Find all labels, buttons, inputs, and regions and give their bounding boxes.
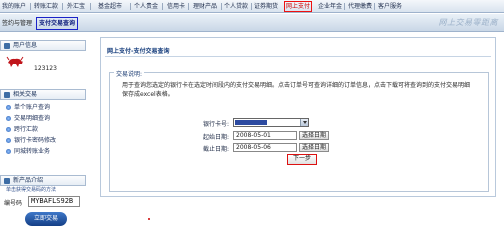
bullet-icon	[6, 105, 11, 110]
top-nav: 我的账户 转账汇款 外汇宝 基金超市 个人贵金 信用卡 理财产品 个人贷款 证券…	[0, 0, 504, 13]
user-info-header: 用户信息	[0, 40, 86, 51]
menu-item-label: 单个账户查询	[14, 104, 51, 111]
nav-separator	[344, 3, 345, 10]
user-info-header-label: 用户信息	[13, 42, 38, 49]
nav-separator	[221, 3, 222, 10]
menu-item-label: 跨行汇款	[14, 126, 39, 133]
nav-forex[interactable]: 外汇宝	[67, 2, 85, 12]
bullet-icon	[6, 116, 11, 121]
subnav-contract-management[interactable]: 签约与管理	[2, 18, 32, 29]
apply-button[interactable]: 立即交易	[25, 212, 67, 226]
header-icon	[4, 178, 10, 184]
nav-wealth[interactable]: 理财产品	[193, 2, 217, 12]
card-number-select[interactable]	[233, 118, 309, 127]
nav-loan[interactable]: 个人贷款	[224, 2, 248, 12]
card-number-label: 银行卡号:	[202, 121, 229, 128]
code-label: 编号码	[4, 200, 23, 207]
bullet-icon	[6, 127, 11, 132]
nav-securities[interactable]: 证券期货	[254, 2, 278, 12]
menu-item-transaction-detail[interactable]: 交易明细查询	[0, 113, 86, 124]
menu-item-account-query[interactable]: 单个账户查询	[0, 102, 86, 113]
nav-separator	[30, 3, 31, 10]
bullet-icon	[6, 149, 11, 154]
nav-separator	[62, 3, 63, 10]
new-products-header: 新产品介绍	[0, 175, 86, 186]
related-header-label: 相关交易	[13, 91, 38, 98]
start-date-input[interactable]: 2008-05-01	[233, 131, 297, 140]
next-step-button[interactable]: 下一步	[287, 154, 317, 165]
nav-annuity[interactable]: 企业年金	[318, 2, 342, 12]
nav-separator	[188, 3, 189, 10]
instructions-legend: 交易说明:	[114, 69, 145, 78]
end-date-picker-button[interactable]: 选择日期	[299, 143, 329, 152]
query-panel: 网上支付-支付交易查询 交易说明: 用于查询您选定的银行卡在选定时间段内的支付交…	[100, 37, 496, 197]
promo-link[interactable]: 单击获得交易码的方法	[6, 186, 56, 193]
menu-item-interbank-transfer[interactable]: 跨行汇款	[0, 124, 86, 135]
nav-separator	[251, 3, 252, 10]
sub-nav: 签约与管理 支付交易查询 网上交易零距离	[0, 14, 504, 32]
user-info-box: 123123	[0, 51, 86, 89]
nav-separator	[90, 3, 91, 10]
nav-separator	[130, 3, 131, 10]
chevron-down-icon[interactable]	[300, 119, 308, 126]
menu-item-label: 银行卡密码修改	[14, 137, 57, 144]
card-number-selected	[235, 120, 267, 125]
nav-credit-card[interactable]: 信用卡	[167, 2, 185, 12]
menu-item-label: 交易明细查询	[14, 115, 51, 122]
menu-item-label: 同城转账业务	[14, 148, 51, 155]
sidebar: 用户信息 123123 相关交易 单个账户查询 交易明细查询 跨行汇款 银行卡密…	[0, 40, 86, 240]
nav-bill-payment[interactable]: 代理缴费	[348, 2, 372, 12]
nav-precious-metal[interactable]: 个人贵金	[134, 2, 158, 12]
bullet-icon	[6, 138, 11, 143]
subnav-payment-query[interactable]: 支付交易查询	[36, 17, 79, 30]
new-products-header-label: 新产品介绍	[13, 177, 44, 184]
nav-fund[interactable]: 基金超市	[98, 2, 122, 12]
marker-dot	[148, 218, 150, 220]
bull-logo-icon	[6, 56, 24, 67]
menu-item-local-transfer[interactable]: 同城转账业务	[0, 146, 86, 157]
related-transactions-header: 相关交易	[0, 89, 86, 100]
nav-separator	[374, 3, 375, 10]
menu-item-card-password[interactable]: 银行卡密码修改	[0, 135, 86, 146]
title-divider	[105, 56, 491, 57]
user-id: 123123	[34, 65, 57, 72]
header-icon	[4, 43, 10, 49]
nav-customer-service[interactable]: 客户服务	[378, 2, 402, 12]
end-date-input[interactable]: 2008-05-06	[233, 143, 297, 152]
page-title: 网上支付-支付交易查询	[107, 48, 170, 55]
banner-slogan: 网上交易零距离	[438, 18, 498, 27]
main-content: 网上支付-支付交易查询 交易说明: 用于查询您选定的银行卡在选定时间段内的支付交…	[100, 37, 504, 240]
end-date-label: 截止日期:	[202, 146, 229, 153]
instructions-text: 用于查询您选定的银行卡在选定时间段内的支付交易明细。点击订单号可查询详细的订单信…	[122, 82, 471, 98]
header-icon	[4, 92, 10, 98]
start-date-label: 起始日期:	[202, 134, 229, 141]
nav-my-account[interactable]: 我的账户	[2, 2, 26, 12]
start-date-picker-button[interactable]: 选择日期	[299, 131, 329, 140]
related-menu: 单个账户查询 交易明细查询 跨行汇款 银行卡密码修改 同城转账业务	[0, 100, 86, 157]
nav-separator	[162, 3, 163, 10]
nav-transfer[interactable]: 转账汇款	[34, 2, 58, 12]
nav-online-payment[interactable]: 网上支付	[284, 1, 313, 12]
code-input[interactable]: MYBAFLS92B	[28, 196, 80, 207]
